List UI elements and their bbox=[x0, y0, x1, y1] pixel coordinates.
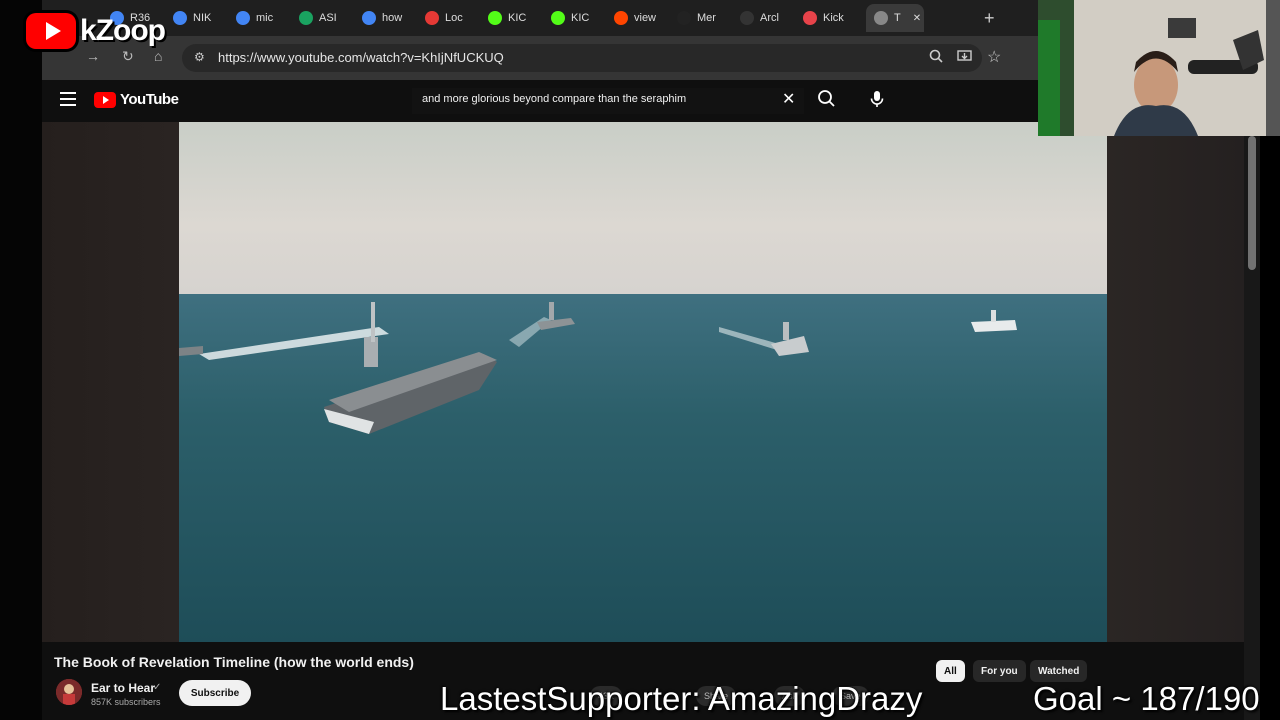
browser-tab-label: how bbox=[382, 12, 403, 24]
address-bar[interactable]: ⚙ https://www.youtube.com/watch?v=KhIjNf… bbox=[182, 44, 982, 72]
browser-tab-label: view bbox=[634, 12, 657, 24]
browser-tab[interactable]: Loc bbox=[425, 6, 481, 30]
youtube-logo[interactable]: YouTube bbox=[94, 91, 179, 108]
install-app-icon[interactable] bbox=[957, 49, 972, 66]
site-info-icon[interactable]: ⚙ bbox=[194, 50, 205, 64]
chip-watched[interactable]: Watched bbox=[1030, 660, 1088, 682]
close-tab-icon[interactable]: ✕ bbox=[913, 13, 921, 24]
webcam-feed bbox=[1038, 0, 1280, 136]
browser-tab-label: T bbox=[894, 12, 901, 24]
new-tab-button[interactable]: + bbox=[984, 8, 995, 29]
zoom-icon[interactable] bbox=[929, 49, 943, 66]
stream-logo: kZoop bbox=[26, 13, 166, 49]
url-text: https://www.youtube.com/watch?v=KhIjNfUC… bbox=[218, 50, 504, 65]
browser-toolbar: → ↻ ⌂ ⚙ https://www.youtube.com/watch?v=… bbox=[42, 36, 1040, 80]
video-player[interactable] bbox=[179, 122, 1107, 642]
clear-search-icon[interactable]: ✕ bbox=[782, 89, 795, 109]
video-title: The Book of Revelation Timeline (how the… bbox=[54, 654, 414, 670]
reload-icon[interactable]: ↻ bbox=[122, 48, 134, 65]
chip-for-you[interactable]: For you bbox=[973, 660, 1026, 682]
browser-tab-label: ASI bbox=[319, 12, 337, 24]
reddit-icon bbox=[614, 11, 628, 25]
goal-counter-text: Goal ~ 187/190 bbox=[1033, 680, 1260, 717]
dots-icon bbox=[425, 11, 439, 25]
stream-left-border bbox=[0, 0, 42, 720]
browser-tab-label: Loc bbox=[445, 12, 463, 24]
browser-tab-label: Kick bbox=[823, 12, 844, 24]
subscriber-count: 857K subscribers bbox=[91, 697, 161, 707]
github-icon bbox=[677, 11, 691, 25]
browser-tab[interactable]: Mer bbox=[677, 6, 733, 30]
bookmark-star-icon[interactable]: ☆ bbox=[987, 47, 1001, 67]
x-icon bbox=[740, 11, 754, 25]
chip-all[interactable]: All bbox=[936, 660, 965, 682]
doc-icon bbox=[299, 11, 313, 25]
search-icon[interactable] bbox=[814, 86, 840, 112]
browser-tab[interactable]: how bbox=[362, 6, 418, 30]
forward-icon[interactable]: → bbox=[86, 48, 100, 64]
microphone-icon[interactable] bbox=[864, 86, 890, 112]
ambient-glow-right bbox=[1107, 122, 1248, 642]
youtube-watch-page: The Book of Revelation Timeline (how the… bbox=[42, 122, 1248, 720]
browser-tab-label: mic bbox=[256, 12, 274, 24]
channel-name[interactable]: Ear to Hear bbox=[91, 681, 155, 695]
search-query-text: and more glorious beyond compare than th… bbox=[422, 93, 687, 105]
browser-tab[interactable]: view bbox=[614, 6, 670, 30]
asterisk-icon bbox=[803, 11, 817, 25]
stream-logo-text: kZoop bbox=[80, 14, 166, 47]
browser-tab[interactable]: KIC bbox=[551, 6, 607, 30]
browser-tab-strip: R36 NIK mic ASI how Loc KIC KIC view Mer Arcl Kick T… bbox=[42, 0, 1040, 36]
youtube-badge-icon bbox=[26, 13, 76, 49]
home-icon[interactable]: ⌂ bbox=[154, 48, 162, 64]
youtube-play-icon bbox=[94, 91, 116, 108]
latest-supporter-text: LastestSupporter: AmazingDrazy bbox=[440, 680, 923, 717]
speaker-icon bbox=[874, 11, 888, 25]
google-icon bbox=[236, 11, 250, 25]
hamburger-menu-icon[interactable] bbox=[60, 92, 76, 106]
scrollbar-thumb[interactable] bbox=[1248, 136, 1256, 270]
subscribe-button[interactable]: Subscribe bbox=[179, 680, 251, 706]
browser-tab-label: KIC bbox=[508, 12, 527, 24]
browser-tab-label: Mer bbox=[697, 12, 716, 24]
youtube-header: YouTube and more glorious beyond compare… bbox=[42, 80, 1042, 122]
kick-icon bbox=[551, 11, 565, 25]
search-input[interactable]: and more glorious beyond compare than th… bbox=[412, 88, 804, 114]
browser-tab[interactable]: Arcl bbox=[740, 6, 796, 30]
browser-tab[interactable]: Kick bbox=[803, 6, 859, 30]
channel-avatar[interactable] bbox=[56, 679, 82, 705]
google-icon bbox=[173, 11, 187, 25]
browser-tab-label: NIK bbox=[193, 12, 212, 24]
browser-tab-label: Arcl bbox=[760, 12, 779, 24]
verified-badge-icon: ✓ bbox=[153, 682, 162, 693]
browser-tab[interactable]: T ✕ bbox=[866, 4, 924, 32]
browser-tab[interactable]: NIK bbox=[173, 6, 229, 30]
browser-tab[interactable]: KIC bbox=[488, 6, 544, 30]
video-frame-naval-fleet bbox=[179, 122, 1107, 642]
browser-tab[interactable]: ASI bbox=[299, 6, 355, 30]
browser-tab[interactable]: mic bbox=[236, 6, 292, 30]
browser-tab-label: KIC bbox=[571, 12, 590, 24]
ambient-glow-left bbox=[42, 122, 179, 642]
youtube-logo-text: YouTube bbox=[120, 91, 179, 108]
kick-icon bbox=[488, 11, 502, 25]
google-icon bbox=[362, 11, 376, 25]
